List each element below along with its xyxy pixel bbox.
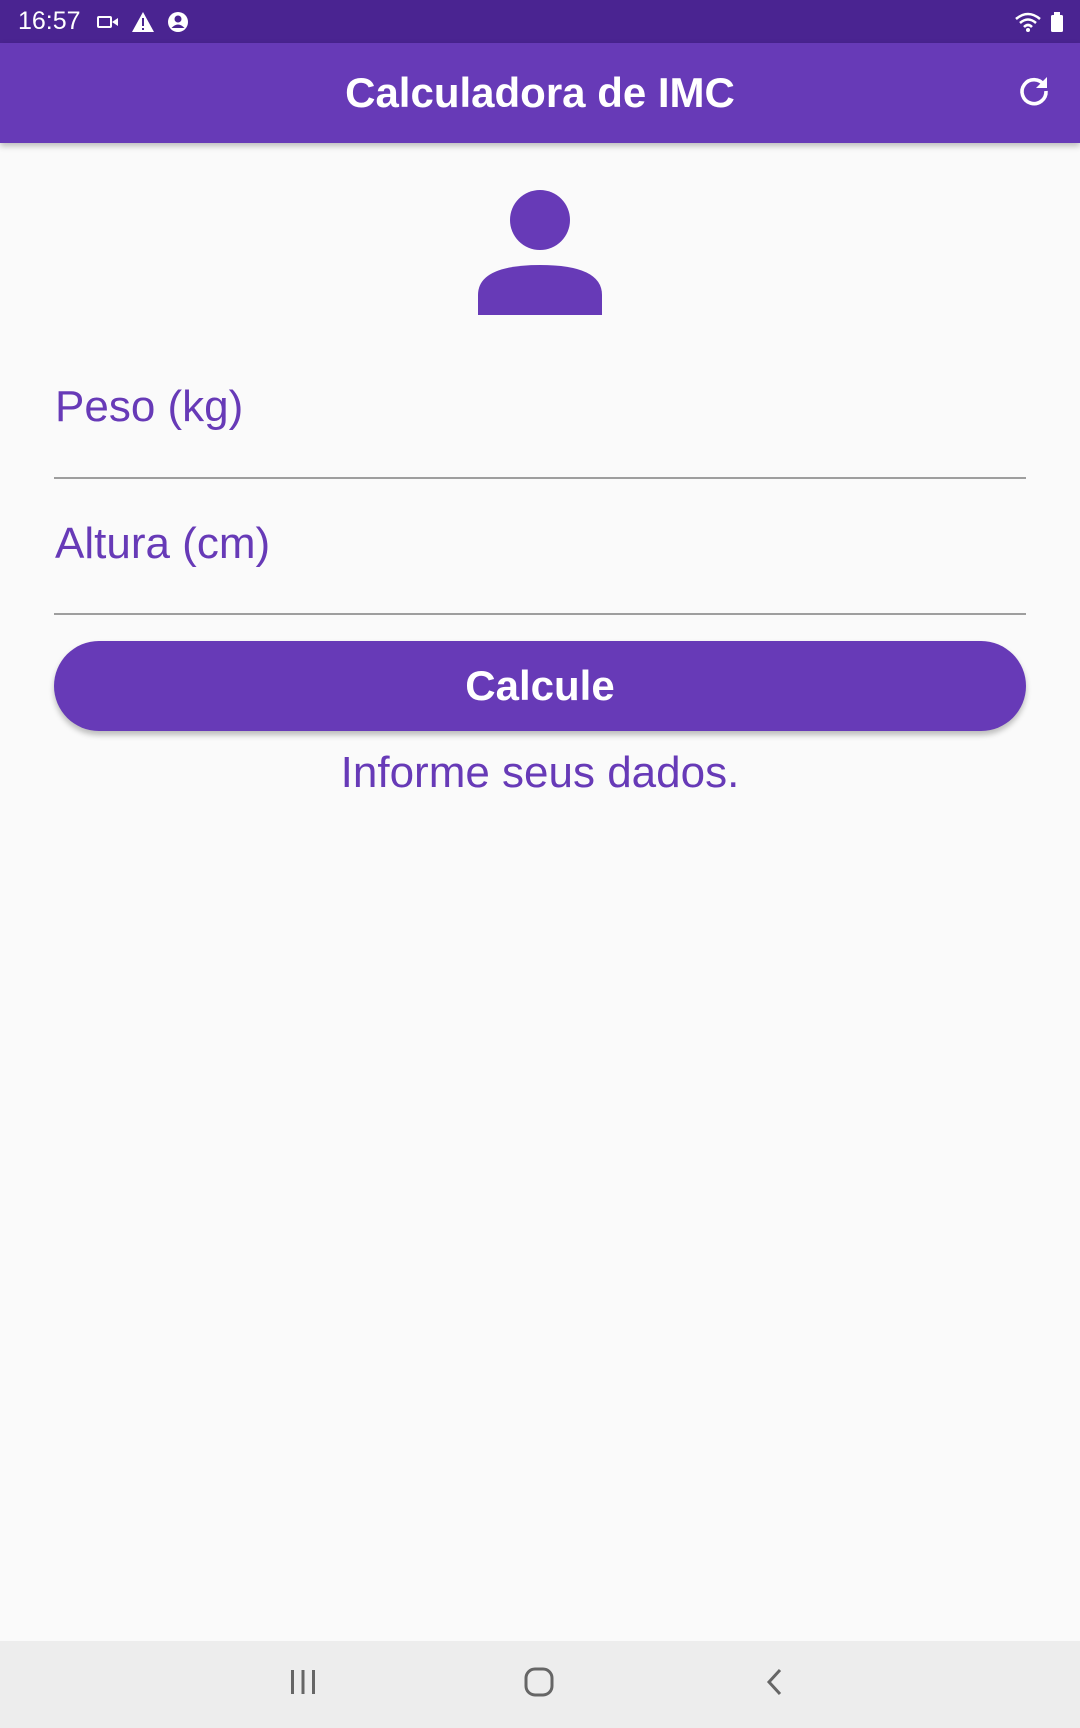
status-bar: 16:57 — [0, 0, 1080, 43]
app-bar: Calculadora de IMC — [0, 43, 1080, 143]
info-text: Informe seus dados. — [340, 748, 740, 797]
home-button[interactable] — [479, 1641, 599, 1728]
refresh-icon — [1017, 74, 1051, 113]
recents-button[interactable] — [243, 1641, 363, 1728]
battery-icon — [1050, 11, 1064, 33]
nav-bar — [0, 1641, 1080, 1728]
wifi-icon — [1014, 11, 1042, 33]
status-right — [1014, 11, 1064, 33]
person-icon — [478, 190, 602, 315]
calculate-button[interactable]: Calcule — [54, 641, 1026, 731]
video-camera-icon — [96, 14, 119, 30]
back-button[interactable] — [715, 1641, 835, 1728]
weight-field-label: Peso (kg) — [55, 382, 244, 431]
calculate-button-label: Calcule — [465, 662, 615, 709]
refresh-button[interactable] — [1006, 65, 1062, 121]
screen: 16:57 Calculadora de IMC Peso (kg) Altur… — [0, 0, 1080, 1728]
height-field[interactable]: Altura (cm) — [54, 479, 1026, 615]
status-left: 16:57 — [18, 7, 189, 36]
app-title: Calculadora de IMC — [345, 69, 735, 116]
weight-field[interactable]: Peso (kg) — [54, 342, 1026, 479]
status-time: 16:57 — [18, 7, 81, 35]
warning-icon — [131, 11, 155, 33]
home-icon — [524, 1667, 554, 1702]
account-icon — [167, 11, 189, 33]
recents-icon — [288, 1668, 318, 1701]
height-field-label: Altura (cm) — [55, 519, 271, 568]
back-icon — [765, 1667, 785, 1702]
